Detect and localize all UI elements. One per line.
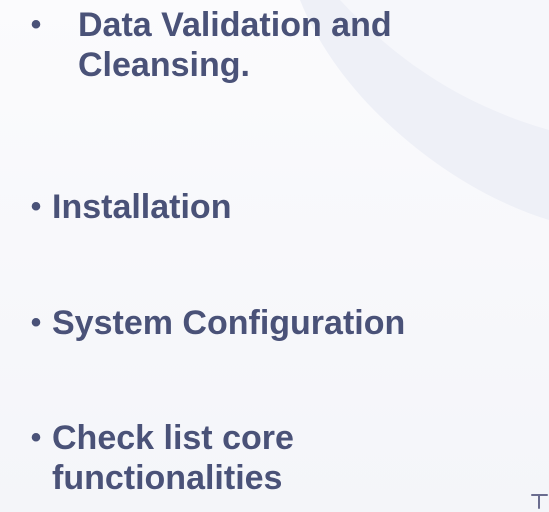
bullet-text: Check list core functionalities — [52, 419, 294, 497]
bullet-list: • Data Validation and Cleansing. • Insta… — [0, 0, 549, 512]
bullet-marker: • — [30, 190, 42, 223]
bullet-text: System Configuration — [52, 304, 406, 342]
bullet-marker: • — [30, 421, 42, 454]
bullet-text: Installation — [52, 188, 232, 226]
bullet-text: Data Validation and Cleansing. — [78, 6, 392, 84]
corner-mark-icon — [531, 494, 548, 509]
bullet-marker: • — [30, 306, 42, 339]
bullet-marker: • — [30, 8, 42, 41]
